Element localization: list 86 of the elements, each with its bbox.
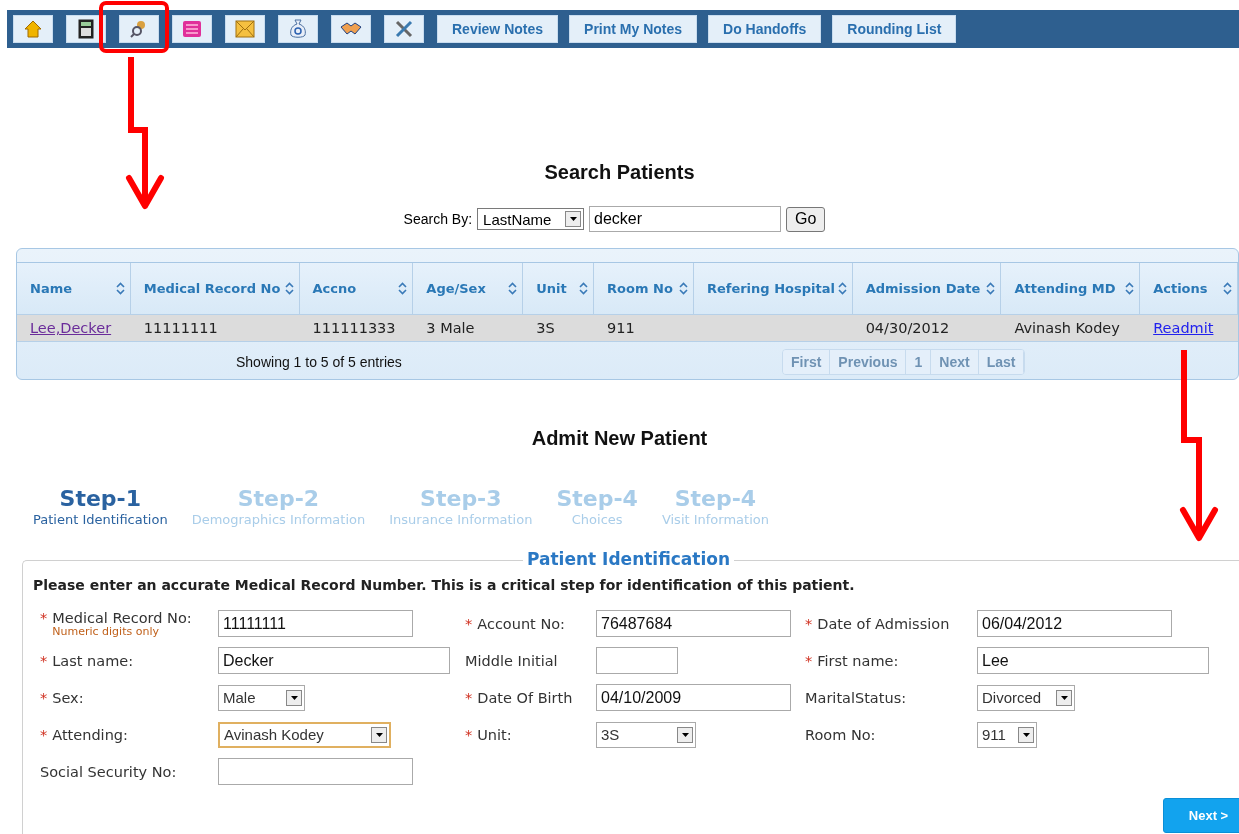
toolbar-button[interactable] [66, 15, 106, 43]
toolbar-button[interactable]: Rounding List [832, 15, 957, 43]
calculator-icon [78, 19, 94, 39]
dropdown[interactable]: Male [218, 684, 305, 711]
input-field[interactable]: 06/04/2012 [977, 610, 1172, 637]
table-cell: 3 Male [426, 320, 475, 336]
sort-icon [986, 282, 996, 295]
required-mark: * [40, 726, 48, 743]
input-field[interactable]: 04/10/2009 [596, 684, 791, 711]
column-title: Name [30, 280, 72, 298]
table-cell: 3S [536, 320, 555, 336]
search-field[interactable]: decker [589, 206, 782, 232]
toolbar-button[interactable]: Do Handoffs [708, 15, 822, 43]
column-title: Refering Hospital [706, 280, 835, 298]
required-mark: * [465, 689, 473, 706]
required-mark: * [465, 726, 473, 743]
table-cell: 11111111 [143, 320, 218, 336]
required-mark: * [805, 652, 813, 669]
envelope-icon [235, 20, 255, 38]
field-label: Last name: [52, 652, 134, 669]
input-field[interactable] [596, 647, 678, 674]
required-mark: * [40, 609, 48, 626]
column-title: Unit [536, 280, 567, 298]
field-label: Medical Record No: [52, 609, 192, 626]
notice-text: Please enter an accurate Medical Record Number. This is a critical step for identification of this patient. [33, 577, 856, 593]
sort-icon [508, 282, 518, 295]
field-label: Date of Admission [817, 615, 950, 632]
patient-link[interactable]: Lee,Decker [30, 320, 112, 336]
dropdown[interactable]: Avinash Kodey [218, 721, 391, 748]
field-hint: Numeric digits only [52, 625, 160, 638]
toolbar-button[interactable]: Review Notes [437, 15, 559, 43]
sort-icon [1223, 282, 1232, 295]
sort-icon [678, 282, 688, 295]
next-button[interactable]: Next > [1163, 798, 1239, 833]
dropdown[interactable]: 3S [596, 721, 696, 748]
table-cell: 111111333 [312, 320, 396, 336]
readmit-link[interactable]: Readmit [1153, 320, 1214, 336]
column-title: Accno [312, 280, 357, 298]
sort-icon [398, 282, 408, 295]
dropdown[interactable]: 911 [977, 721, 1037, 748]
field-label: Social Security No: [40, 763, 177, 780]
field-label: Room No: [805, 726, 876, 743]
field-label: Sex: [52, 689, 84, 706]
required-mark: * [40, 689, 48, 706]
column-title: Medical Record No [143, 280, 281, 298]
required-mark: * [40, 652, 48, 669]
column-title: Actions [1153, 280, 1208, 298]
input-field[interactable] [218, 758, 413, 785]
entries-info: Showing 1 to 5 of 5 entries [236, 354, 403, 370]
field-label: Middle Initial [465, 652, 558, 669]
field-label: Account No: [477, 615, 565, 632]
wizard-step[interactable]: Step-1 Patient Identification [33, 487, 168, 529]
sort-icon [837, 282, 847, 295]
column-title: Age/Sex [426, 280, 486, 298]
column-title: Attending MD [1014, 280, 1116, 298]
column-title: Room No [607, 280, 673, 298]
required-mark: * [465, 615, 473, 632]
ticket-icon [182, 20, 202, 38]
house-icon [24, 20, 42, 38]
table-cell: 04/30/2012 [865, 320, 950, 336]
field-label: Date Of Birth [477, 689, 573, 706]
toolbar-button[interactable]: Print My Notes [569, 15, 698, 43]
field-label: MaritalStatus: [805, 689, 907, 706]
input-field[interactable]: Decker [218, 647, 450, 674]
field-label: Attending: [52, 726, 128, 743]
field-label: Search By: [403, 211, 473, 227]
dropdown[interactable]: Divorced [977, 684, 1075, 711]
section-title: Admit New Patient [530, 427, 709, 450]
column-title: Admission Date [865, 280, 981, 298]
table-cell: Avinash Kodey [1014, 320, 1120, 336]
field-label: Unit: [477, 726, 512, 743]
input-field[interactable]: Lee [977, 647, 1209, 674]
sort-icon [1125, 282, 1135, 295]
sort-icon [284, 282, 294, 295]
search-by-dropdown[interactable]: LastName [477, 208, 585, 230]
sort-icon [115, 282, 125, 295]
sort-icon [579, 282, 589, 295]
money-bag-icon [290, 19, 306, 39]
go-button[interactable]: Go [786, 206, 826, 232]
table-cell: 911 [607, 320, 635, 336]
section-title: Search Patients [543, 161, 696, 184]
required-mark: * [805, 615, 813, 632]
input-field[interactable]: 76487684 [596, 610, 791, 637]
field-label: First name: [817, 652, 899, 669]
input-field[interactable]: 11111111 [218, 610, 413, 637]
toolbar-button[interactable] [119, 15, 159, 43]
